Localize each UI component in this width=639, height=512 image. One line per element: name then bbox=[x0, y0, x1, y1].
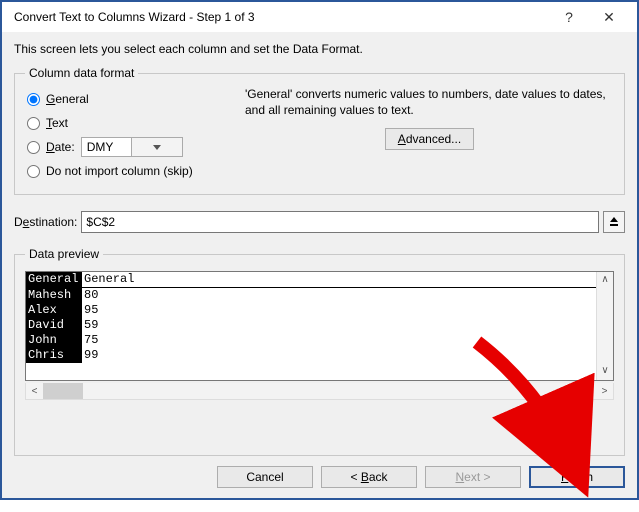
preview-cell: Alex bbox=[26, 303, 82, 318]
preview-rows: Mahesh80Alex95David59John75Chris99 bbox=[26, 288, 596, 363]
preview-cell: David bbox=[26, 318, 82, 333]
preview-row[interactable]: Chris99 bbox=[26, 348, 596, 363]
preview-row[interactable]: Mahesh80 bbox=[26, 288, 596, 303]
preview-header[interactable]: General General bbox=[26, 272, 596, 288]
vscroll-track[interactable] bbox=[597, 289, 613, 363]
format-radios: General Text Date: DMY bbox=[25, 86, 235, 184]
format-desc: 'General' converts numeric values to num… bbox=[245, 86, 614, 118]
date-format-select[interactable]: DMY bbox=[81, 137, 183, 157]
destination-input[interactable] bbox=[81, 211, 599, 233]
preview-legend: Data preview bbox=[25, 247, 103, 261]
scroll-right-icon[interactable]: > bbox=[596, 383, 613, 399]
vertical-scrollbar[interactable]: ∧ ∨ bbox=[596, 272, 613, 380]
preview-box: General General Mahesh80Alex95David59Joh… bbox=[25, 271, 614, 381]
preview-header-a: General bbox=[26, 272, 82, 287]
wizard-dialog: Convert Text to Columns Wizard - Step 1 … bbox=[0, 0, 639, 500]
column-data-format-group: Column data format General Text Date: bbox=[14, 66, 625, 195]
preview-row[interactable]: David59 bbox=[26, 318, 596, 333]
cancel-button[interactable]: Cancel bbox=[217, 466, 313, 488]
radio-skip[interactable] bbox=[27, 165, 40, 178]
hscroll-thumb[interactable] bbox=[43, 383, 83, 399]
preview-cell: 59 bbox=[82, 318, 596, 333]
radio-date-label[interactable]: Date: bbox=[46, 140, 75, 154]
action-bar: Cancel < Back Next > Finish bbox=[14, 456, 625, 488]
format-legend: Column data format bbox=[25, 66, 138, 80]
radio-date[interactable] bbox=[27, 141, 40, 154]
titlebar: Convert Text to Columns Wizard - Step 1 … bbox=[2, 2, 637, 32]
radio-text[interactable] bbox=[27, 117, 40, 130]
close-button[interactable]: ✕ bbox=[589, 9, 629, 26]
preview-cell: 95 bbox=[82, 303, 596, 318]
destination-row: Destination: bbox=[14, 211, 625, 233]
preview-cell: Mahesh bbox=[26, 288, 82, 303]
back-button[interactable]: < Back bbox=[321, 466, 417, 488]
collapse-dialog-icon[interactable] bbox=[603, 211, 625, 233]
date-format-value: DMY bbox=[82, 140, 132, 154]
radio-general-label[interactable]: General bbox=[46, 92, 89, 106]
intro-text: This screen lets you select each column … bbox=[14, 42, 625, 56]
preview-cell: John bbox=[26, 333, 82, 348]
dialog-body: This screen lets you select each column … bbox=[2, 32, 637, 498]
help-button[interactable]: ? bbox=[549, 9, 589, 25]
preview-cell: 99 bbox=[82, 348, 596, 363]
radio-text-label[interactable]: Text bbox=[46, 116, 68, 130]
scroll-left-icon[interactable]: < bbox=[26, 383, 43, 399]
scroll-down-icon[interactable]: ∨ bbox=[597, 363, 613, 380]
radio-skip-label[interactable]: Do not import column (skip) bbox=[46, 164, 193, 178]
preview-cell: Chris bbox=[26, 348, 82, 363]
data-preview-group: Data preview General General Mahesh80Ale… bbox=[14, 247, 625, 456]
hscroll-track[interactable] bbox=[83, 383, 596, 399]
finish-button[interactable]: Finish bbox=[529, 466, 625, 488]
preview-row[interactable]: Alex95 bbox=[26, 303, 596, 318]
preview-cell: 75 bbox=[82, 333, 596, 348]
preview-row[interactable]: John75 bbox=[26, 333, 596, 348]
preview-header-b: General bbox=[82, 272, 596, 287]
next-button[interactable]: Next > bbox=[425, 466, 521, 488]
chevron-down-icon bbox=[131, 138, 182, 156]
scroll-up-icon[interactable]: ∧ bbox=[597, 272, 613, 289]
preview-cell: 80 bbox=[82, 288, 596, 303]
advanced-button[interactable]: Advanced... bbox=[385, 128, 474, 150]
horizontal-scrollbar[interactable]: < > bbox=[25, 383, 614, 400]
window-title: Convert Text to Columns Wizard - Step 1 … bbox=[14, 10, 549, 24]
radio-general[interactable] bbox=[27, 93, 40, 106]
destination-label: Destination: bbox=[14, 215, 77, 229]
